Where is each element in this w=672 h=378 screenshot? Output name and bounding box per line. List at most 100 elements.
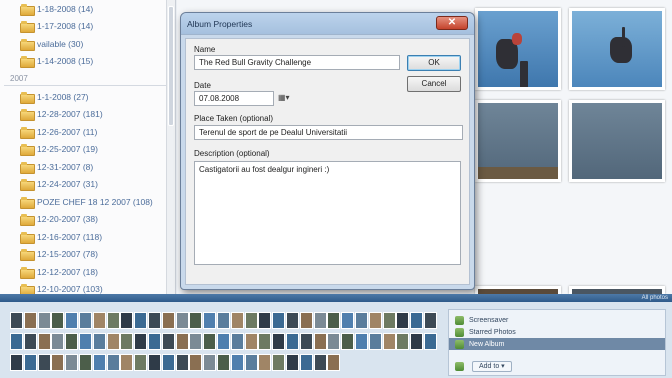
ok-button[interactable]: OK xyxy=(407,55,461,71)
filmstrip-thumbnail[interactable] xyxy=(189,312,203,329)
filmstrip-thumbnail[interactable] xyxy=(341,312,355,329)
filmstrip-thumbnail[interactable] xyxy=(37,333,51,350)
filmstrip-thumbnail[interactable] xyxy=(313,312,327,329)
filmstrip-thumbnail[interactable] xyxy=(51,312,65,329)
filmstrip-thumbnail[interactable] xyxy=(410,312,424,329)
filmstrip-thumbnail[interactable] xyxy=(244,333,258,350)
filmstrip-thumbnail[interactable] xyxy=(175,312,189,329)
filmstrip-thumbnail[interactable] xyxy=(258,333,272,350)
photo-thumbnail[interactable] xyxy=(569,100,665,182)
filmstrip-thumbnail[interactable] xyxy=(65,354,79,371)
filmstrip-thumbnail[interactable] xyxy=(120,312,134,329)
tag-item[interactable]: Starred Photos xyxy=(449,326,665,338)
folder-item[interactable]: 12-16-2007 (118) xyxy=(0,228,175,246)
filmstrip-thumbnail[interactable] xyxy=(161,354,175,371)
filmstrip-thumbnail[interactable] xyxy=(217,354,230,371)
filmstrip-thumbnail[interactable] xyxy=(217,333,230,350)
filmstrip-thumbnail[interactable] xyxy=(313,333,327,350)
folder-item[interactable]: 1-14-2008 (15) xyxy=(0,53,175,71)
photo-thumbnail[interactable] xyxy=(475,100,561,182)
filmstrip-thumbnail[interactable] xyxy=(106,354,120,371)
filmstrip-thumbnail[interactable] xyxy=(424,333,437,350)
filmstrip-thumbnail[interactable] xyxy=(37,312,51,329)
photo-thumbnail[interactable] xyxy=(569,8,665,90)
dialog-titlebar[interactable]: Album Properties xyxy=(181,13,474,35)
filmstrip-thumbnail[interactable] xyxy=(10,333,23,350)
filmstrip-thumbnail[interactable] xyxy=(189,354,203,371)
folder-item[interactable]: 12-31-2007 (8) xyxy=(0,158,175,176)
filmstrip-thumbnail[interactable] xyxy=(217,312,230,329)
filmstrip-thumbnail[interactable] xyxy=(299,312,313,329)
folder-item[interactable]: 12-15-2007 (78) xyxy=(0,246,175,264)
add-to-button[interactable]: Add to ▾ xyxy=(472,360,512,372)
filmstrip-thumbnail[interactable] xyxy=(355,333,368,350)
filmstrip-thumbnail[interactable] xyxy=(161,333,175,350)
filmstrip-thumbnail[interactable] xyxy=(230,333,244,350)
filmstrip-thumbnail[interactable] xyxy=(382,312,396,329)
filmstrip-thumbnail[interactable] xyxy=(161,312,175,329)
folder-item[interactable]: 12-26-2007 (11) xyxy=(0,123,175,141)
filmstrip-thumbnail[interactable] xyxy=(203,312,217,329)
filmstrip-thumbnail[interactable] xyxy=(65,333,79,350)
scrollbar-thumb[interactable] xyxy=(168,6,174,126)
filmstrip-thumbnail[interactable] xyxy=(23,333,37,350)
filmstrip-thumbnail[interactable] xyxy=(355,312,368,329)
description-field[interactable]: Castigatorii au fost dealgur ingineri :) xyxy=(194,161,461,265)
filmstrip-thumbnail[interactable] xyxy=(258,354,272,371)
filmstrip-thumbnail[interactable] xyxy=(327,312,341,329)
filmstrip-thumbnail[interactable] xyxy=(368,333,382,350)
filmstrip-thumbnail[interactable] xyxy=(175,333,189,350)
tag-item[interactable]: New Album xyxy=(449,338,665,350)
folder-item[interactable]: 1-1-2008 (27) xyxy=(0,88,175,106)
filmstrip-thumbnail[interactable] xyxy=(106,312,120,329)
filmstrip-thumbnail[interactable] xyxy=(424,312,437,329)
filmstrip-thumbnail[interactable] xyxy=(10,354,23,371)
filmstrip-thumbnail[interactable] xyxy=(79,354,92,371)
filmstrip-thumbnail[interactable] xyxy=(92,312,106,329)
folder-item[interactable]: 12-24-2007 (31) xyxy=(0,176,175,194)
filmstrip-thumbnail[interactable] xyxy=(286,333,299,350)
photo-thumbnail[interactable] xyxy=(569,286,665,294)
filmstrip-thumbnail[interactable] xyxy=(396,312,410,329)
filmstrip-thumbnail[interactable] xyxy=(120,354,134,371)
folder-item[interactable]: vailable (30) xyxy=(0,35,175,53)
filmstrip-thumbnail[interactable] xyxy=(299,333,313,350)
filmstrip-thumbnail[interactable] xyxy=(92,354,106,371)
filmstrip-thumbnail[interactable] xyxy=(148,333,161,350)
filmstrip-thumbnail[interactable] xyxy=(313,354,327,371)
filmstrip-thumbnail[interactable] xyxy=(65,312,79,329)
filmstrip-thumbnail[interactable] xyxy=(341,333,355,350)
name-field[interactable]: The Red Bull Gravity Challenge xyxy=(194,55,400,70)
folder-item[interactable]: 12-10-2007 (103) xyxy=(0,281,175,294)
filmstrip-thumbnail[interactable] xyxy=(272,333,286,350)
photo-thumbnail[interactable] xyxy=(475,8,561,90)
filmstrip-thumbnail[interactable] xyxy=(272,312,286,329)
filmstrip-thumbnail[interactable] xyxy=(37,354,51,371)
filmstrip-thumbnail[interactable] xyxy=(51,354,65,371)
filmstrip-thumbnail[interactable] xyxy=(92,333,106,350)
close-button[interactable]: ✕ xyxy=(436,16,468,30)
filmstrip-thumbnail[interactable] xyxy=(79,333,92,350)
photo-thumbnail[interactable] xyxy=(475,286,561,294)
filmstrip-thumbnail[interactable] xyxy=(272,354,286,371)
filmstrip-thumbnail[interactable] xyxy=(10,312,23,329)
filmstrip-thumbnail[interactable] xyxy=(175,354,189,371)
filmstrip-thumbnail[interactable] xyxy=(148,354,161,371)
filmstrip-thumbnail[interactable] xyxy=(120,333,134,350)
filmstrip-thumbnail[interactable] xyxy=(134,333,148,350)
filmstrip-thumbnail[interactable] xyxy=(148,312,161,329)
filmstrip-thumbnail[interactable] xyxy=(134,354,148,371)
filmstrip-thumbnail[interactable] xyxy=(327,354,341,371)
tag-item[interactable]: Screensaver xyxy=(449,314,665,326)
filmstrip-thumbnail[interactable] xyxy=(368,312,382,329)
filmstrip-thumbnail[interactable] xyxy=(286,354,299,371)
folder-item[interactable]: 1-17-2008 (14) xyxy=(0,18,175,36)
folder-list-scrollbar[interactable] xyxy=(166,0,175,294)
filmstrip-thumbnail[interactable] xyxy=(189,333,203,350)
filmstrip-thumbnail[interactable] xyxy=(410,333,424,350)
folder-item[interactable]: 12-20-2007 (38) xyxy=(0,211,175,229)
filmstrip-thumbnail[interactable] xyxy=(23,354,37,371)
filmstrip-thumbnail[interactable] xyxy=(79,312,92,329)
date-field[interactable]: 07.08.2008 xyxy=(194,91,274,106)
cancel-button[interactable]: Cancel xyxy=(407,76,461,92)
